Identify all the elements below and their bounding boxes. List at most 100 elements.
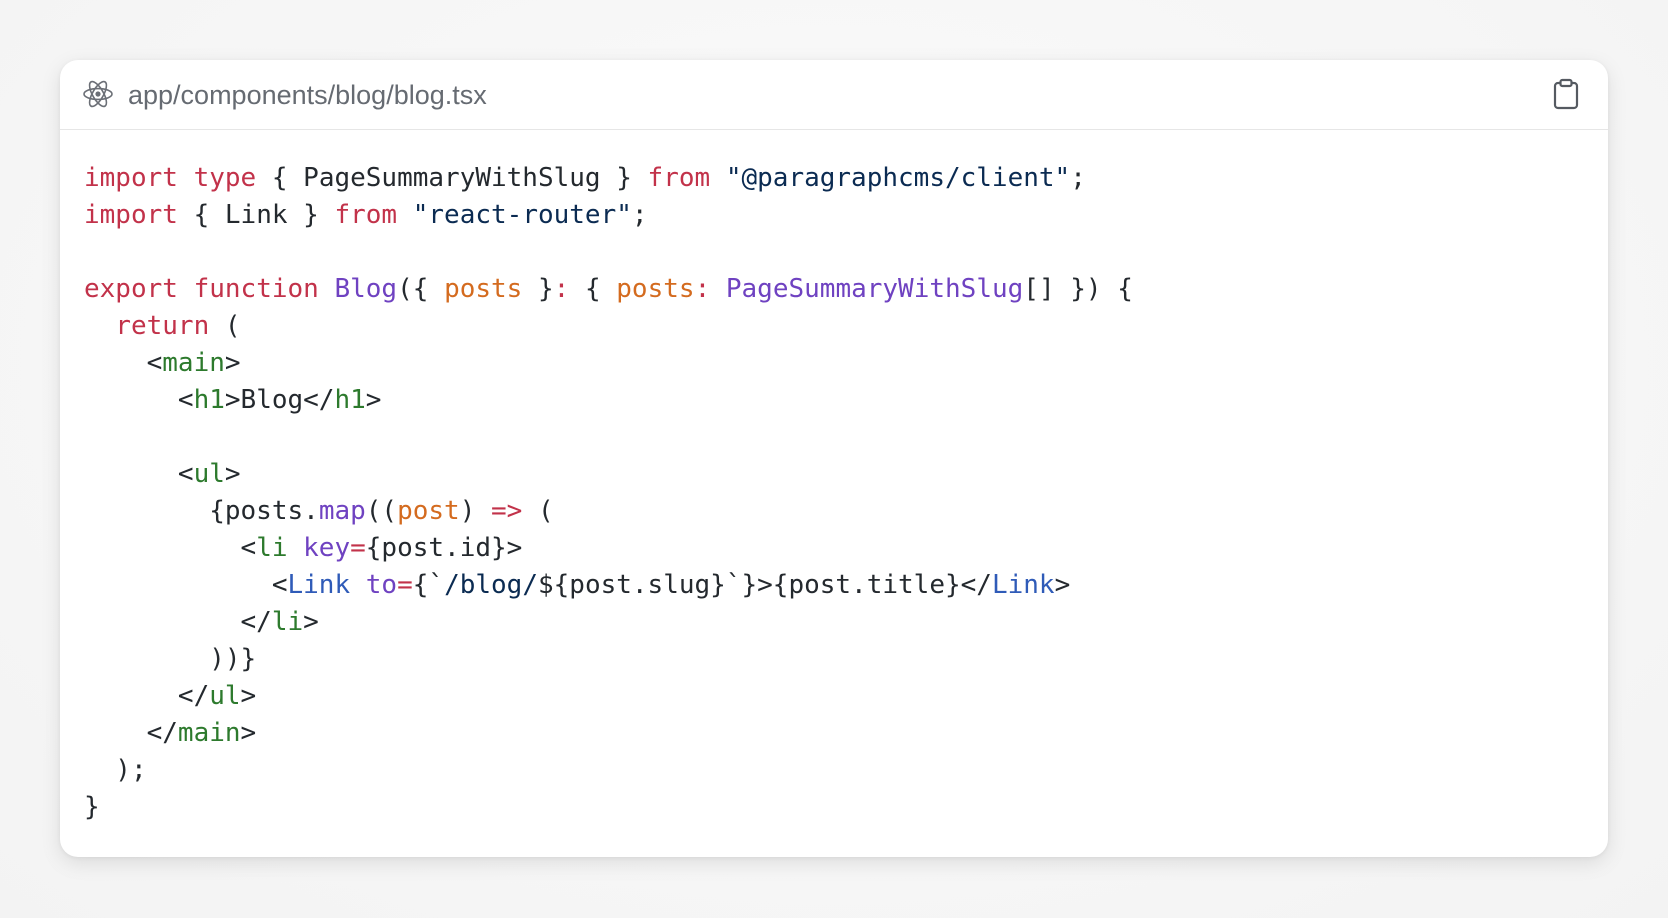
code-token: ({ bbox=[397, 274, 445, 304]
code-line: <li key={post.id}> bbox=[84, 530, 1133, 567]
code-token: => bbox=[491, 496, 523, 526]
code-token: ( bbox=[522, 496, 554, 526]
code-token: ); bbox=[84, 755, 147, 785]
code-token: ) bbox=[459, 496, 492, 526]
code-token: import bbox=[84, 200, 178, 230]
code-token: function bbox=[193, 274, 319, 304]
code-token: PageSummaryWithSlug bbox=[725, 274, 1024, 304]
code-token: : bbox=[694, 274, 711, 304]
code-token: li bbox=[256, 533, 288, 563]
code-token: > bbox=[365, 385, 382, 415]
code-token: return bbox=[115, 311, 210, 341]
code-token: >Blog</ bbox=[224, 385, 335, 415]
code-token: = bbox=[350, 533, 366, 563]
code-token: > bbox=[224, 459, 241, 489]
code-token: > bbox=[1054, 570, 1071, 600]
code-line: </ul> bbox=[84, 678, 1133, 715]
code-token: posts bbox=[616, 274, 695, 304]
code-token: main bbox=[162, 348, 225, 378]
copy-code-button[interactable] bbox=[1546, 74, 1586, 114]
code-token: ; bbox=[1070, 163, 1086, 193]
code-token: {` bbox=[412, 570, 445, 600]
code-token: = bbox=[397, 570, 413, 600]
code-token: posts bbox=[444, 274, 523, 304]
code-line: </li> bbox=[84, 604, 1133, 641]
code-token: ul bbox=[193, 459, 225, 489]
code-line: </main> bbox=[84, 715, 1133, 752]
code-token: main bbox=[177, 718, 241, 748]
code-line: return ( bbox=[84, 308, 1133, 345]
code-token: { bbox=[569, 274, 617, 304]
code-token: { Link } bbox=[177, 200, 335, 230]
code-token: to bbox=[365, 570, 398, 600]
code-token: "react-router" bbox=[412, 200, 632, 230]
code-token: ( bbox=[209, 311, 241, 341]
code-token: } bbox=[84, 792, 100, 822]
code-line: import type { PageSummaryWithSlug } from… bbox=[84, 160, 1133, 197]
code-token: > bbox=[240, 718, 257, 748]
code-snippet-card: app/components/blog/blog.tsx import type… bbox=[60, 60, 1608, 857]
code-token: [] }) { bbox=[1023, 274, 1133, 304]
clipboard-icon bbox=[1553, 78, 1579, 110]
code-token: Link bbox=[991, 570, 1055, 600]
code-token: > bbox=[240, 681, 257, 711]
code-token: li bbox=[271, 607, 304, 637]
file-path: app/components/blog/blog.tsx bbox=[128, 80, 487, 110]
code-token: from bbox=[647, 163, 711, 193]
code-token: < bbox=[84, 533, 257, 563]
code-token: {posts. bbox=[84, 496, 319, 526]
code-token: </ bbox=[84, 718, 178, 748]
code-line: <Link to={`/blog/${post.slug}`}>{post.ti… bbox=[84, 567, 1133, 604]
code-token: Link bbox=[287, 570, 351, 600]
code-line: <h1>Blog</h1> bbox=[84, 382, 1133, 419]
code-token: Blog bbox=[334, 274, 398, 304]
code-line: } bbox=[84, 789, 1133, 826]
code-token: export bbox=[84, 274, 178, 304]
code-token: h1 bbox=[334, 385, 366, 415]
code-token: </ bbox=[84, 681, 210, 711]
code-token: } bbox=[522, 274, 554, 304]
code-token: </ bbox=[84, 607, 272, 637]
code-line: ​ bbox=[84, 419, 1133, 456]
code-token: post bbox=[397, 496, 460, 526]
code-line: ))} bbox=[84, 641, 1133, 678]
code-token: > bbox=[224, 348, 241, 378]
react-icon bbox=[83, 80, 113, 108]
code-token: key bbox=[303, 533, 351, 563]
code-token: type bbox=[193, 163, 257, 193]
code-token: from bbox=[334, 200, 398, 230]
code-line: {posts.map((post) => ( bbox=[84, 493, 1133, 530]
code-token: ))} bbox=[84, 644, 257, 674]
code-line: export function Blog({ posts }: { posts:… bbox=[84, 271, 1133, 308]
code-line: import { Link } from "react-router"; bbox=[84, 197, 1133, 234]
code-line: <main> bbox=[84, 345, 1133, 382]
code-token: import bbox=[84, 163, 178, 193]
code-token: {post.id}> bbox=[365, 533, 523, 563]
code-token: : bbox=[553, 274, 570, 304]
code-token: < bbox=[84, 385, 194, 415]
code-token: h1 bbox=[193, 385, 225, 415]
code-token: > bbox=[303, 607, 319, 637]
code-token: /blog/ bbox=[444, 570, 538, 600]
code-token: (( bbox=[365, 496, 398, 526]
code-token: "@paragraphcms/client" bbox=[725, 163, 1071, 193]
code-line: <ul> bbox=[84, 456, 1133, 493]
code-snippet-header: app/components/blog/blog.tsx bbox=[60, 60, 1608, 130]
code-token: < bbox=[84, 459, 194, 489]
code-line: ​ bbox=[84, 234, 1133, 271]
code-token: map bbox=[318, 496, 366, 526]
code-line: ); bbox=[84, 752, 1133, 789]
code-token: ${post.slug}`}>{post.title}</ bbox=[537, 570, 992, 600]
code-token: { PageSummaryWithSlug } bbox=[256, 163, 648, 193]
code-token: < bbox=[84, 570, 288, 600]
code-token: ul bbox=[209, 681, 241, 711]
